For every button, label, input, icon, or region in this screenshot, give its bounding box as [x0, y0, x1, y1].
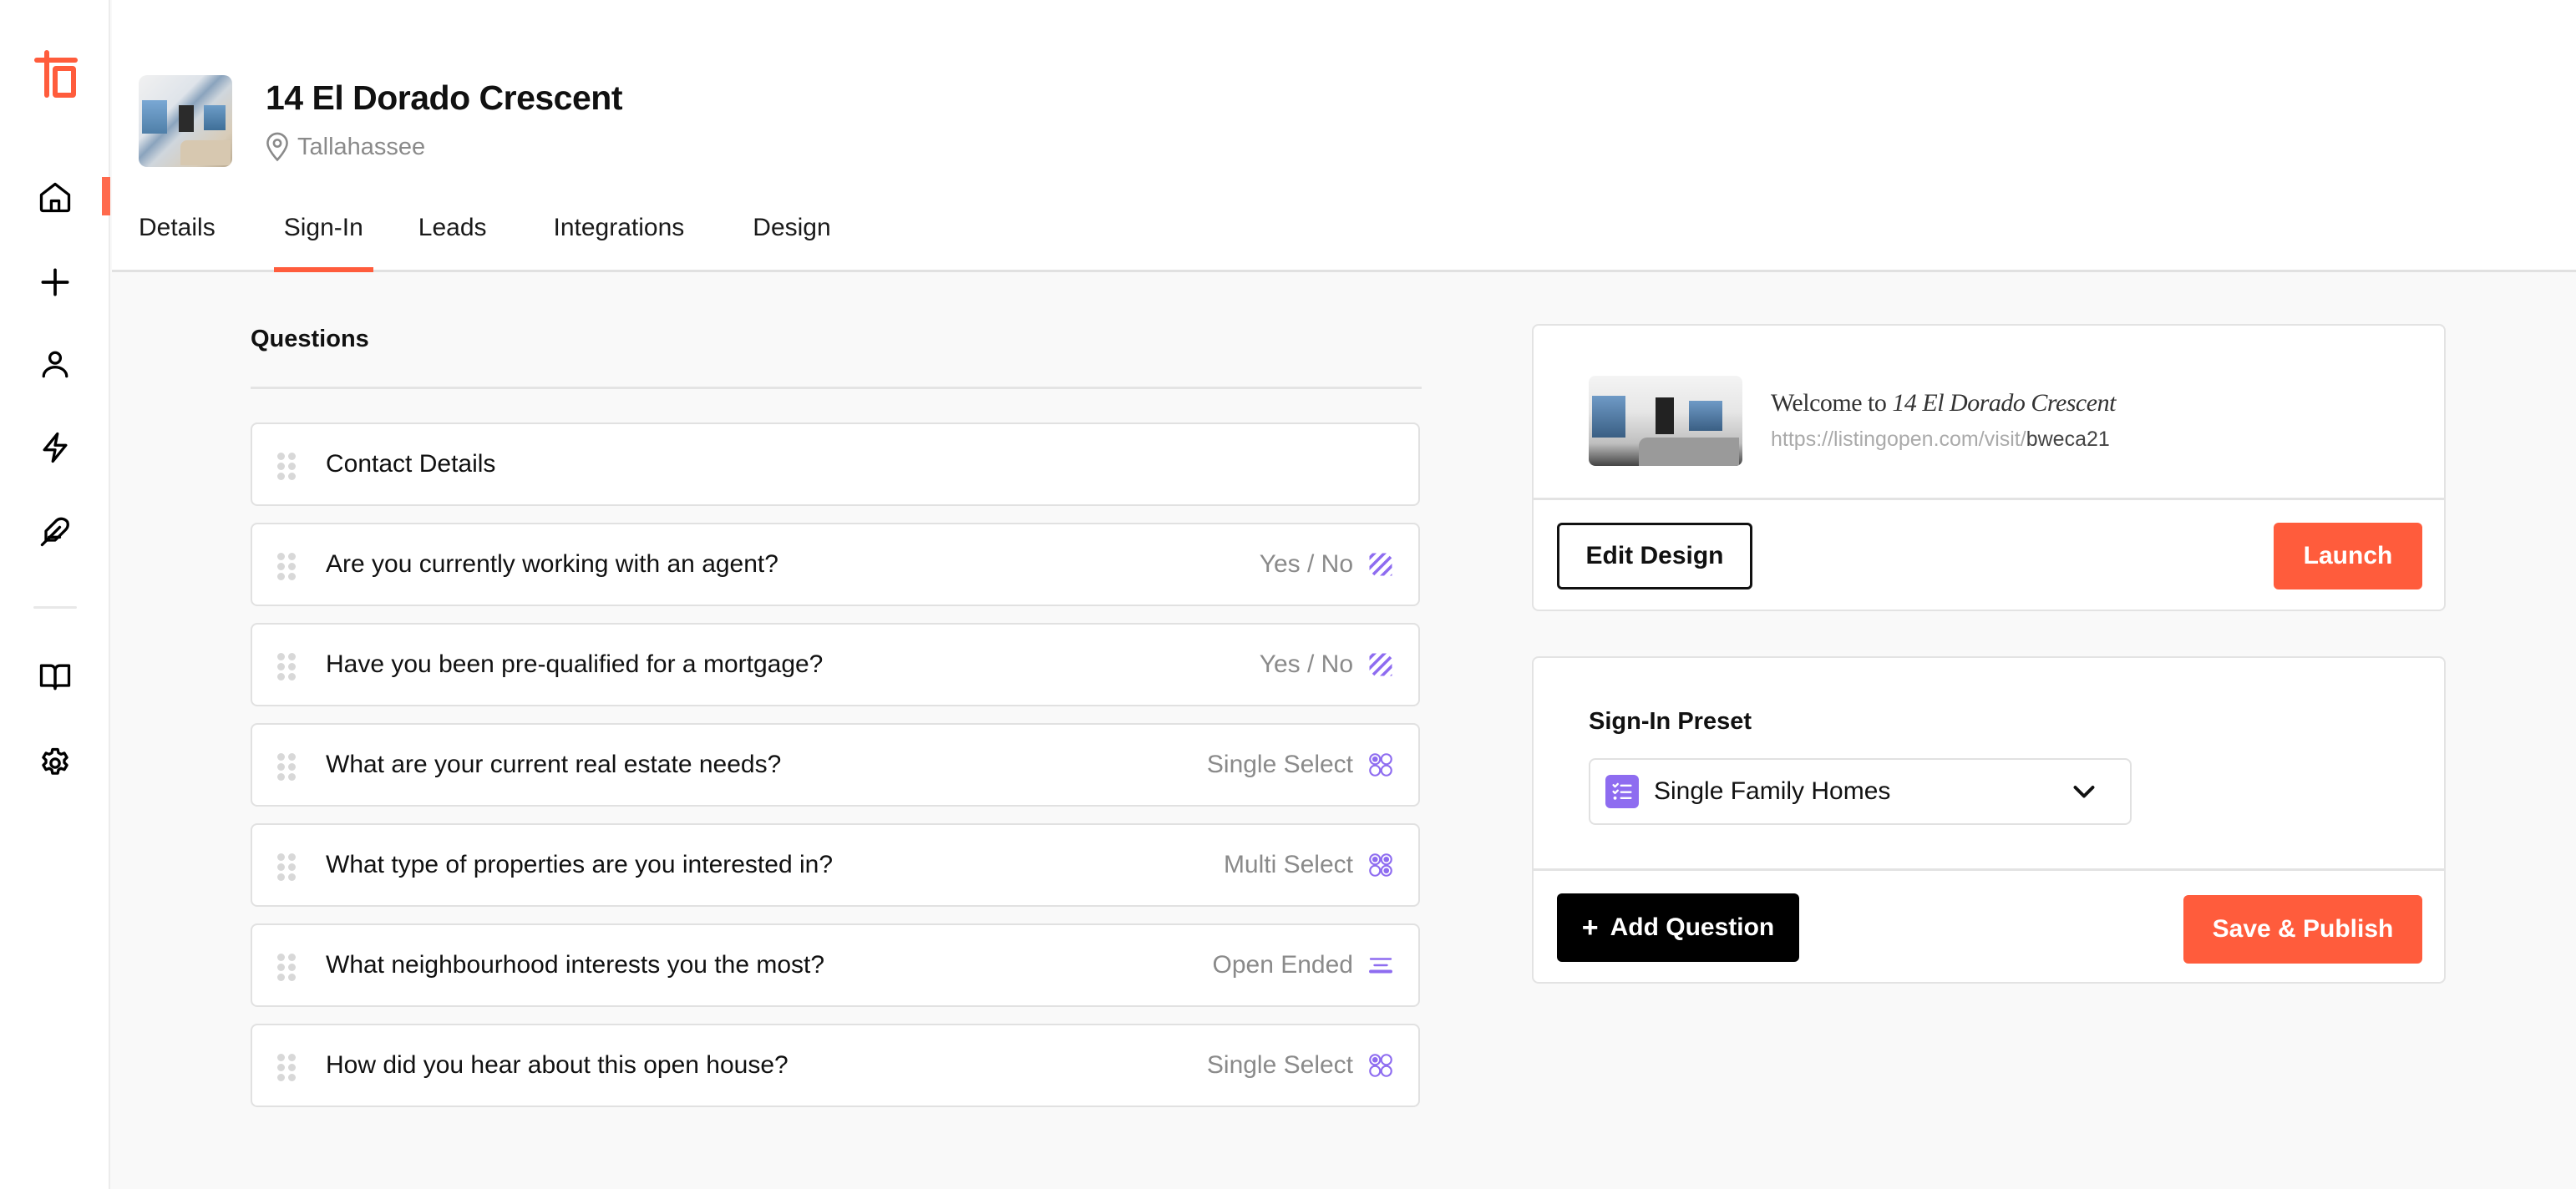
question-row[interactable]: Have you been pre-qualified for a mortga… — [251, 623, 1420, 706]
listing-tabs: Details Sign-In Leads Integrations Desig… — [139, 214, 831, 272]
drag-handle-icon[interactable] — [277, 453, 296, 481]
question-row[interactable]: What type of properties are you interest… — [251, 823, 1420, 907]
lightning-icon — [43, 432, 68, 463]
gear-icon — [42, 747, 68, 775]
question-text: What are your current real estate needs? — [326, 751, 782, 778]
listingopen-logo[interactable] — [33, 50, 79, 99]
sign-in-preview-card: Welcome to 14 El Dorado Crescent https:/… — [1532, 324, 2446, 611]
launch-button[interactable]: Launch — [2274, 523, 2422, 589]
drag-handle-icon[interactable] — [277, 954, 296, 982]
yes-no-icon — [1369, 553, 1392, 576]
question-row[interactable]: What are your current real estate needs?… — [251, 723, 1420, 807]
sign-in-url[interactable]: https://listingopen.com/visit/bweca21 — [1771, 428, 2110, 452]
home-icon — [39, 182, 71, 213]
url-base: https://listingopen.com/visit/ — [1771, 428, 2026, 451]
question-row[interactable]: Contact Details — [251, 422, 1420, 506]
chevron-down-icon — [2073, 786, 2095, 798]
question-text: What neighbourhood interests you the mos… — [326, 951, 825, 979]
sidebar-divider — [33, 606, 77, 609]
open-ended-icon — [1369, 958, 1392, 974]
card-divider — [1534, 498, 2444, 500]
question-text: Are you currently working with an agent? — [326, 550, 778, 578]
tab-sign-in[interactable]: Sign-In — [273, 214, 373, 272]
question-type: Single Select — [1207, 1051, 1393, 1080]
drag-handle-icon[interactable] — [277, 753, 296, 782]
question-text: Contact Details — [326, 450, 496, 478]
question-type-label: Open Ended — [1212, 951, 1353, 979]
question-type: Yes / No — [1260, 550, 1393, 579]
sign-in-preset-card: Sign-In Preset Single Family Homes + Add… — [1532, 656, 2446, 984]
tab-design[interactable]: Design — [753, 214, 830, 272]
single-select-icon — [1369, 753, 1392, 777]
sidebar — [0, 0, 110, 1189]
user-icon — [42, 351, 68, 378]
preset-selected-value: Single Family Homes — [1654, 777, 1891, 805]
sidebar-item-settings[interactable] — [35, 743, 75, 783]
active-indicator — [102, 177, 110, 215]
property-thumbnail — [139, 75, 232, 167]
url-slug: bweca21 — [2026, 428, 2110, 451]
card-divider — [1534, 868, 2444, 871]
sidebar-item-home[interactable] — [35, 177, 75, 217]
question-type: Single Select — [1207, 751, 1393, 779]
sidebar-item-guides[interactable] — [35, 656, 75, 696]
sidebar-item-create[interactable] — [35, 262, 75, 302]
questions-heading: Questions — [251, 326, 369, 352]
welcome-text: Welcome to 14 El Dorado Crescent — [1771, 389, 2116, 417]
tab-leads[interactable]: Leads — [418, 214, 487, 272]
sidebar-item-contacts[interactable] — [35, 344, 75, 384]
drag-handle-icon[interactable] — [277, 653, 296, 681]
question-row[interactable]: Are you currently working with an agent?… — [251, 523, 1420, 606]
question-row[interactable]: How did you hear about this open house? … — [251, 1024, 1420, 1107]
question-row[interactable]: What neighbourhood interests you the mos… — [251, 923, 1420, 1007]
drag-handle-icon[interactable] — [277, 1054, 296, 1082]
sidebar-item-design[interactable] — [35, 511, 75, 551]
question-type-label: Single Select — [1206, 751, 1353, 778]
yes-no-icon — [1369, 653, 1392, 676]
question-type-label: Yes / No — [1259, 550, 1353, 578]
multi-select-icon — [1369, 853, 1392, 877]
preview-thumbnail — [1589, 376, 1742, 466]
add-question-button[interactable]: + Add Question — [1557, 893, 1799, 962]
tab-details[interactable]: Details — [139, 214, 216, 272]
save-publish-button[interactable]: Save & Publish — [2183, 895, 2422, 964]
preset-label: Sign-In Preset — [1589, 708, 1752, 735]
sidebar-item-automations[interactable] — [35, 428, 75, 468]
question-type: Open Ended — [1213, 951, 1393, 979]
question-text: How did you hear about this open house? — [326, 1051, 789, 1079]
question-type: Yes / No — [1260, 650, 1393, 679]
question-type-label: Single Select — [1206, 1051, 1353, 1079]
preset-dropdown[interactable]: Single Family Homes — [1589, 758, 2132, 825]
welcome-property-name: 14 El Dorado Crescent — [1892, 389, 2116, 417]
drag-handle-icon[interactable] — [277, 853, 296, 882]
questions-list: Contact Details Are you currently workin… — [251, 422, 1420, 1124]
plus-icon: + — [1581, 911, 1599, 944]
property-location: Tallahassee — [264, 132, 425, 162]
page-title: 14 El Dorado Crescent — [266, 78, 623, 117]
welcome-prefix: Welcome to — [1771, 389, 1893, 417]
question-text: Have you been pre-qualified for a mortga… — [326, 650, 824, 678]
question-text: What type of properties are you interest… — [326, 851, 834, 878]
book-icon — [39, 664, 71, 691]
question-type: Multi Select — [1224, 851, 1393, 879]
questions-divider — [251, 387, 1422, 389]
drag-handle-icon[interactable] — [277, 553, 296, 581]
location-text: Tallahassee — [297, 133, 426, 160]
add-question-label: Add Question — [1610, 913, 1775, 941]
tab-integrations[interactable]: Integrations — [554, 214, 685, 272]
question-type-label: Multi Select — [1223, 851, 1353, 878]
plus-icon — [41, 268, 69, 296]
single-select-icon — [1369, 1054, 1392, 1077]
edit-design-button[interactable]: Edit Design — [1557, 523, 1752, 589]
question-type-label: Yes / No — [1259, 650, 1353, 678]
map-pin-icon — [266, 132, 288, 162]
feather-icon — [40, 517, 69, 547]
checklist-icon — [1605, 775, 1639, 808]
